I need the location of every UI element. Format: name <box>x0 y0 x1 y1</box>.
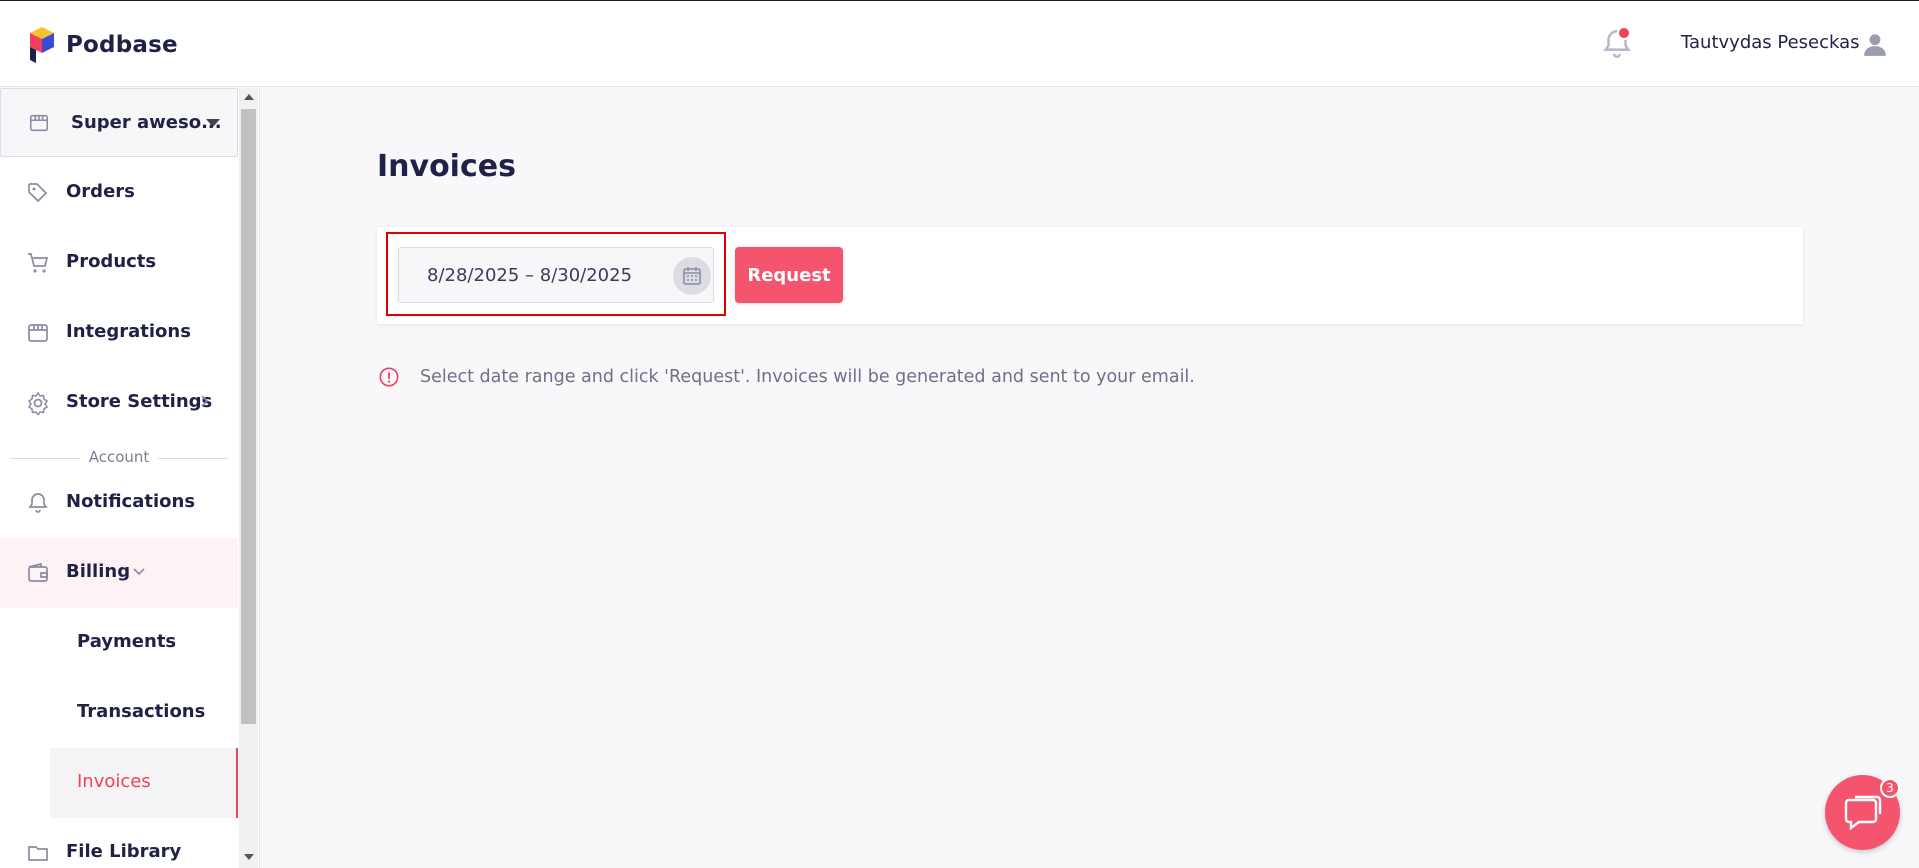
sidebar-sub-item-label: Payments <box>77 631 177 652</box>
chevron-down-icon <box>133 568 145 576</box>
sidebar-item-file-library[interactable]: File Library <box>0 818 238 868</box>
info-message: Select date range and click 'Request'. I… <box>420 367 1195 387</box>
scroll-down-arrow-icon[interactable] <box>244 854 254 860</box>
store-selector-label: Super aweso... <box>71 112 222 133</box>
tag-icon <box>28 183 48 203</box>
section-label-text: Account <box>88 448 150 466</box>
wallet-icon <box>28 562 48 582</box>
cart-icon <box>28 253 49 273</box>
sidebar-item-label: Notifications <box>66 491 196 512</box>
app-header: Podbase Tautvydas Peseckas <box>0 0 1919 87</box>
sidebar-item-products[interactable]: Products <box>0 228 238 298</box>
store-icon <box>29 114 49 132</box>
sidebar-sub-item-label: Transactions <box>77 701 206 722</box>
sidebar-sub-item-transactions[interactable]: Transactions <box>50 678 238 748</box>
caret-down-icon <box>206 119 220 127</box>
scroll-up-arrow-icon[interactable] <box>244 94 254 100</box>
brand-name: Podbase <box>66 32 178 58</box>
store-selector[interactable]: Super aweso... <box>0 88 238 157</box>
sidebar-sub-item-label: Invoices <box>77 771 151 792</box>
sidebar-item-store-settings[interactable]: Store Settings <box>0 368 238 438</box>
sidebar-item-billing[interactable]: Billing <box>0 538 238 608</box>
sidebar-item-label: Store Settings <box>66 391 213 412</box>
sidebar-item-label: Integrations <box>66 321 191 342</box>
sidebar: Super aweso... Orders Products Integrati… <box>0 88 260 868</box>
sidebar-item-label: Billing <box>66 561 131 582</box>
date-range-value: 8/28/2025 – 8/30/2025 <box>427 265 633 286</box>
user-avatar-icon[interactable] <box>1862 31 1888 57</box>
store-icon <box>28 324 48 342</box>
podbase-logo-icon <box>30 27 54 63</box>
sidebar-item-label: Products <box>66 251 157 272</box>
sidebar-item-integrations[interactable]: Integrations <box>0 298 238 368</box>
sidebar-sub-item-invoices[interactable]: Invoices <box>50 748 238 818</box>
folder-icon <box>28 846 48 861</box>
sidebar-item-label: File Library <box>66 841 182 862</box>
section-label-account: Account <box>10 448 228 468</box>
calendar-icon <box>683 267 701 285</box>
gear-icon <box>27 391 49 415</box>
divider <box>158 458 228 459</box>
sidebar-item-notifications[interactable]: Notifications <box>0 468 238 538</box>
chevron-right-icon <box>201 395 209 407</box>
calendar-button[interactable] <box>673 257 711 295</box>
notification-dot <box>1617 26 1631 40</box>
sidebar-item-label: Orders <box>66 181 135 202</box>
date-range-input[interactable]: 8/28/2025 – 8/30/2025 <box>398 247 714 303</box>
brand-logo[interactable]: Podbase <box>28 25 178 65</box>
user-name[interactable]: Tautvydas Peseckas <box>1681 32 1860 53</box>
page-title: Invoices <box>377 149 516 184</box>
request-button[interactable]: Request <box>735 247 843 303</box>
sidebar-sub-item-payments[interactable]: Payments <box>50 608 238 678</box>
sidebar-item-orders[interactable]: Orders <box>0 158 238 228</box>
scrollbar-thumb[interactable] <box>241 109 256 724</box>
info-icon <box>379 367 399 387</box>
bell-icon <box>28 493 48 513</box>
chat-unread-badge: 3 <box>1880 778 1900 798</box>
sidebar-scrollbar[interactable] <box>239 88 258 868</box>
